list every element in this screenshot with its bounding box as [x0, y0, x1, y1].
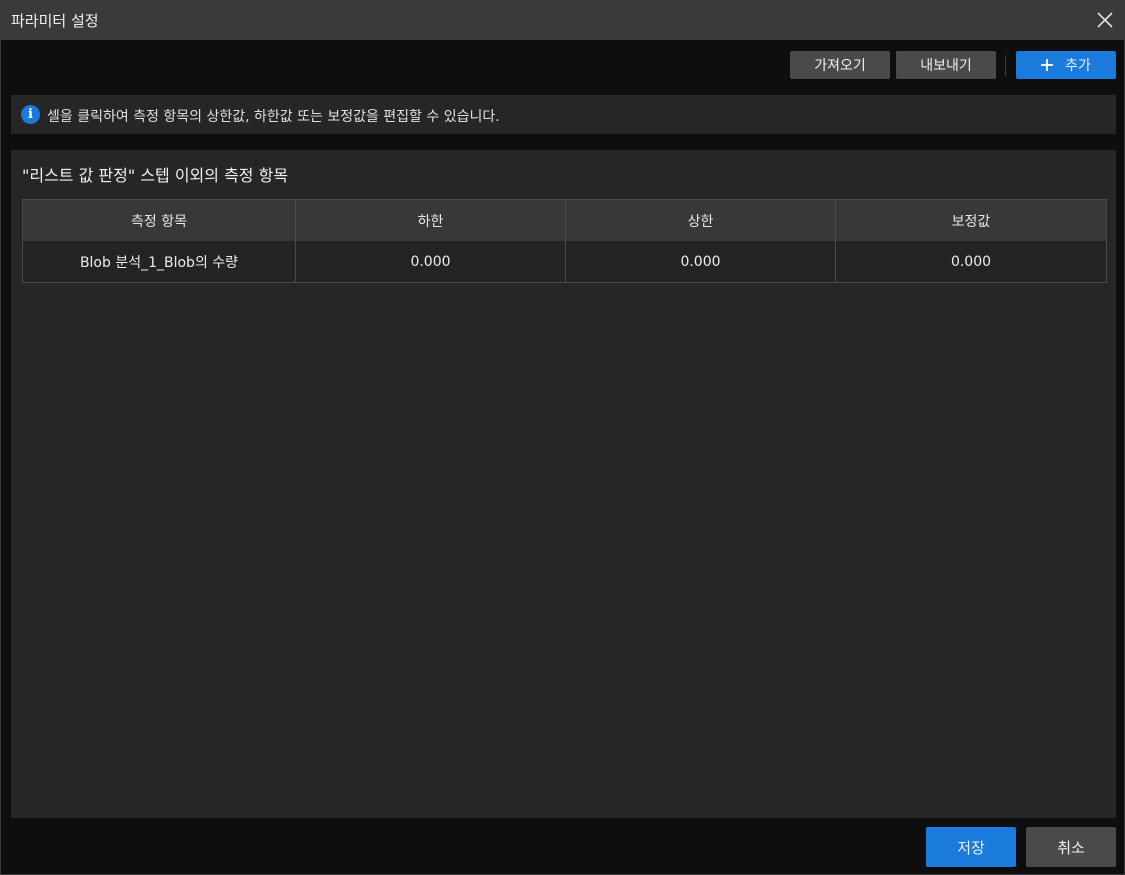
save-button[interactable]: 저장 [926, 827, 1016, 867]
info-icon: i [21, 105, 40, 124]
cell-correction[interactable]: 0.000 [835, 241, 1107, 283]
column-header-upper-limit: 상한 [565, 199, 836, 241]
info-text: 셀을 클릭하여 측정 항목의 상한값, 하한값 또는 보정값을 편집할 수 있습… [47, 109, 500, 125]
parameter-settings-dialog: 파라미터 설정 가져오기 내보내기 추가 i 셀을 클릭하여 측정 항목의 상한… [0, 0, 1125, 875]
dialog-title: 파라미터 설정 [11, 12, 99, 30]
panel-title: "리스트 값 판정" 스텝 이외의 측정 항목 [22, 166, 289, 185]
import-button[interactable]: 가져오기 [790, 51, 890, 79]
export-button[interactable]: 내보내기 [896, 51, 996, 79]
measurement-items-panel: "리스트 값 판정" 스텝 이외의 측정 항목 측정 항목 하한 상한 보정값 … [11, 150, 1116, 818]
table-row: Blob 분석_1_Blob의 수량 0.000 0.000 0.000 [22, 241, 1107, 283]
column-header-correction: 보정값 [835, 199, 1107, 241]
column-header-lower-limit: 하한 [295, 199, 566, 241]
info-banner: i 셀을 클릭하여 측정 항목의 상한값, 하한값 또는 보정값을 편집할 수 … [11, 95, 1116, 134]
close-icon [1097, 12, 1113, 28]
cell-upper-limit[interactable]: 0.000 [565, 241, 836, 283]
add-button[interactable]: 추가 [1016, 51, 1116, 79]
toolbar-divider [1005, 55, 1006, 77]
close-button[interactable] [1086, 1, 1124, 40]
cell-measurement-item: Blob 분석_1_Blob의 수량 [22, 241, 296, 283]
column-header-measurement-item: 측정 항목 [22, 199, 296, 241]
title-bar: 파라미터 설정 [1, 1, 1124, 40]
cell-lower-limit[interactable]: 0.000 [295, 241, 566, 283]
plus-icon [1041, 58, 1054, 71]
measurement-table: 측정 항목 하한 상한 보정값 Blob 분석_1_Blob의 수량 0.000… [22, 199, 1107, 283]
cancel-button[interactable]: 취소 [1026, 827, 1116, 867]
add-button-label: 추가 [1065, 58, 1091, 74]
table-header-row: 측정 항목 하한 상한 보정값 [22, 199, 1107, 241]
